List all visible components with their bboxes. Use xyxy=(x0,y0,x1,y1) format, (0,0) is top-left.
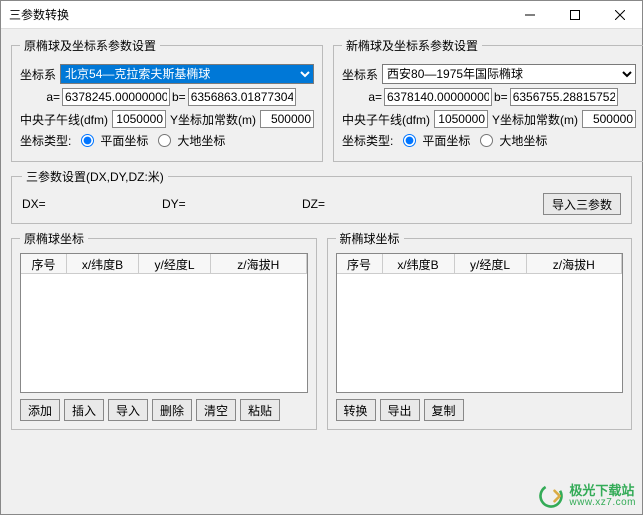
copy-button[interactable]: 复制 xyxy=(424,399,464,421)
new-yconst-input[interactable] xyxy=(582,110,636,128)
new-a-input[interactable] xyxy=(384,88,492,106)
convert-button[interactable]: 转换 xyxy=(336,399,376,421)
orig-coord-headers: 序号 x/纬度B y/经度L z/海拔H xyxy=(21,254,307,274)
orig-type-label: 坐标类型: xyxy=(20,132,71,149)
orig-a-input[interactable] xyxy=(62,88,170,106)
orig-meridian-label: 中央子午线(dfm) xyxy=(20,111,108,128)
orig-type-plane-radio[interactable] xyxy=(81,134,94,147)
maximize-icon xyxy=(570,10,580,20)
orig-coord-group: 原椭球坐标 序号 x/纬度B y/经度L z/海拔H 添加 插入 导入 删除 清… xyxy=(11,230,317,430)
new-a-label: a= xyxy=(368,90,382,104)
orig-yconst-input[interactable] xyxy=(260,110,314,128)
watermark: 极光下载站 www.xz7.com xyxy=(537,482,636,510)
orig-coord-list[interactable]: 序号 x/纬度B y/经度L z/海拔H xyxy=(20,253,308,393)
orig-meridian-input[interactable] xyxy=(112,110,166,128)
col-x[interactable]: x/纬度B xyxy=(67,254,139,273)
col-x[interactable]: x/纬度B xyxy=(383,254,455,273)
orig-legend: 原椭球及坐标系参数设置 xyxy=(20,37,160,54)
close-icon xyxy=(615,10,625,20)
new-meridian-input[interactable] xyxy=(434,110,488,128)
clear-button[interactable]: 清空 xyxy=(196,399,236,421)
col-idx[interactable]: 序号 xyxy=(21,254,67,273)
new-yconst-label: Y坐标加常数(m) xyxy=(492,111,578,128)
orig-coord-legend: 原椭球坐标 xyxy=(20,230,88,247)
orig-type-geo-label: 大地坐标 xyxy=(177,132,225,149)
orig-type-plane-label: 平面坐标 xyxy=(100,132,148,149)
col-z[interactable]: z/海拔H xyxy=(211,254,307,273)
new-coord-list[interactable]: 序号 x/纬度B y/经度L z/海拔H xyxy=(336,253,624,393)
new-coord-legend: 新椭球坐标 xyxy=(336,230,404,247)
content: 原椭球及坐标系参数设置 坐标系 北京54—克拉索夫斯基椭球 a= b= 中央子午… xyxy=(1,29,642,514)
new-type-geo-label: 大地坐标 xyxy=(499,132,547,149)
new-type-plane-label: 平面坐标 xyxy=(422,132,470,149)
col-z[interactable]: z/海拔H xyxy=(527,254,623,273)
new-ellipsoid-group: 新椭球及坐标系参数设置 坐标系 西安80—1975年国际椭球 a= b= 中央子… xyxy=(333,37,643,162)
insert-button[interactable]: 插入 xyxy=(64,399,104,421)
export-button[interactable]: 导出 xyxy=(380,399,420,421)
col-idx[interactable]: 序号 xyxy=(337,254,383,273)
titlebar: 三参数转换 xyxy=(1,1,642,29)
close-button[interactable] xyxy=(597,1,642,28)
paste-button[interactable]: 粘贴 xyxy=(240,399,280,421)
orig-type-geo-radio[interactable] xyxy=(158,134,171,147)
orig-coord-select[interactable]: 北京54—克拉索夫斯基椭球 xyxy=(60,64,314,84)
new-b-label: b= xyxy=(494,90,508,104)
minimize-button[interactable] xyxy=(507,1,552,28)
orig-yconst-label: Y坐标加常数(m) xyxy=(170,111,256,128)
add-button[interactable]: 添加 xyxy=(20,399,60,421)
new-meridian-label: 中央子午线(dfm) xyxy=(342,111,430,128)
dx-label: DX= xyxy=(22,197,72,211)
three-legend: 三参数设置(DX,DY,DZ:米) xyxy=(22,168,168,185)
orig-b-input[interactable] xyxy=(188,88,296,106)
import-three-params-button[interactable]: 导入三参数 xyxy=(543,193,621,215)
app-window: 三参数转换 原椭球及坐标系参数设置 坐标系 北京54—克拉索夫斯基椭球 xyxy=(0,0,643,515)
import-button[interactable]: 导入 xyxy=(108,399,148,421)
maximize-button[interactable] xyxy=(552,1,597,28)
new-coord-headers: 序号 x/纬度B y/经度L z/海拔H xyxy=(337,254,623,274)
delete-button[interactable]: 删除 xyxy=(152,399,192,421)
new-coord-select[interactable]: 西安80—1975年国际椭球 xyxy=(382,64,636,84)
window-controls xyxy=(507,1,642,28)
new-legend: 新椭球及坐标系参数设置 xyxy=(342,37,482,54)
window-title: 三参数转换 xyxy=(9,6,507,23)
dy-label: DY= xyxy=(162,197,212,211)
orig-coord-label: 坐标系 xyxy=(20,66,56,83)
new-coord-label: 坐标系 xyxy=(342,66,378,83)
watermark-name: 极光下载站 xyxy=(569,484,636,497)
orig-b-label: b= xyxy=(172,90,186,104)
new-coord-group: 新椭球坐标 序号 x/纬度B y/经度L z/海拔H 转换 导出 复制 xyxy=(327,230,633,430)
new-type-geo-radio[interactable] xyxy=(480,134,493,147)
new-type-plane-radio[interactable] xyxy=(403,134,416,147)
orig-a-label: a= xyxy=(46,90,60,104)
dz-label: DZ= xyxy=(302,197,352,211)
col-y[interactable]: y/经度L xyxy=(139,254,211,273)
new-b-input[interactable] xyxy=(510,88,618,106)
watermark-icon xyxy=(537,482,565,510)
orig-ellipsoid-group: 原椭球及坐标系参数设置 坐标系 北京54—克拉索夫斯基椭球 a= b= 中央子午… xyxy=(11,37,323,162)
watermark-url: www.xz7.com xyxy=(569,497,636,508)
three-params-group: 三参数设置(DX,DY,DZ:米) DX= DY= DZ= 导入三参数 xyxy=(11,168,632,224)
minimize-icon xyxy=(525,10,535,20)
col-y[interactable]: y/经度L xyxy=(455,254,527,273)
new-type-label: 坐标类型: xyxy=(342,132,393,149)
